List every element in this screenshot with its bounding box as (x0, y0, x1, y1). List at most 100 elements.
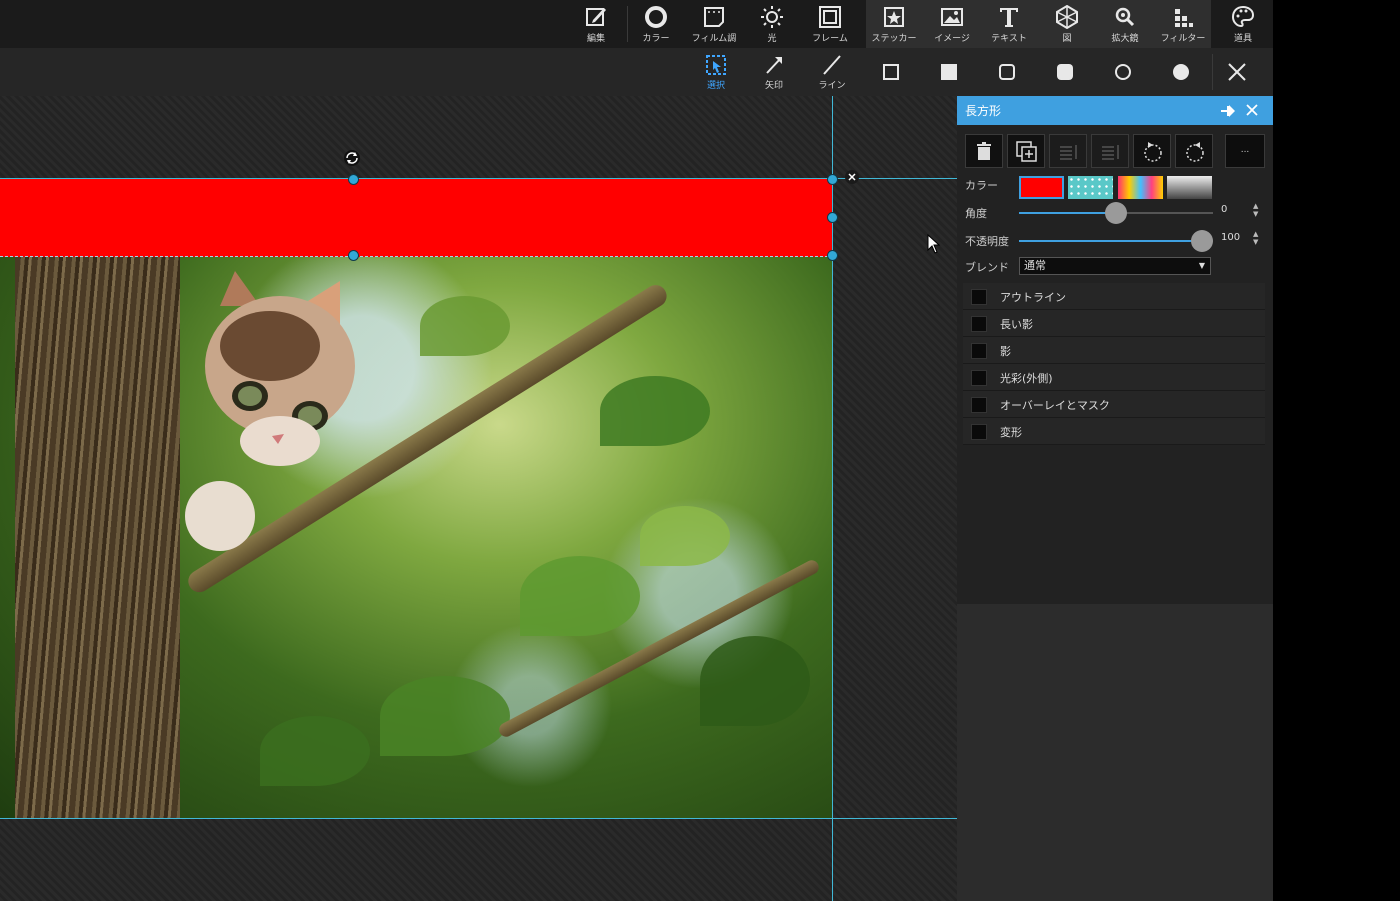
tool-select-label: 選択 (706, 81, 725, 91)
tool-frame[interactable]: フレーム (801, 0, 859, 48)
send-backward-icon (1102, 145, 1119, 160)
line-icon (823, 55, 841, 75)
text-icon (1000, 8, 1018, 27)
subtoolbar-divider (1212, 54, 1213, 90)
pattern-swatch[interactable] (1068, 176, 1113, 199)
option-checkbox[interactable] (971, 397, 987, 413)
frame-icon (819, 6, 841, 28)
resize-handle-bottom-right[interactable] (827, 250, 838, 261)
kitten-photo (0, 256, 833, 818)
tool-image-label: イメージ (934, 34, 970, 44)
angle-slider-knob[interactable] (1105, 202, 1127, 224)
opacity-value[interactable]: 100 (1221, 232, 1240, 243)
tool-magnifier-label: 拡大鏡 (1111, 34, 1139, 44)
tool-image[interactable]: イメージ (923, 0, 981, 48)
tool-light-label: 光 (767, 34, 777, 44)
texture-swatch[interactable] (1167, 176, 1212, 199)
option-label: 長い影 (1000, 318, 1033, 331)
tools-icon (1231, 5, 1255, 28)
blend-label: ブレンド (965, 261, 1009, 274)
close-icon[interactable] (1245, 103, 1259, 117)
angle-slider-fill (1019, 212, 1114, 214)
leaf (520, 556, 640, 636)
resize-handle-bottom[interactable] (348, 250, 359, 261)
tool-text[interactable]: テキスト (980, 0, 1038, 48)
option-checkbox[interactable] (971, 343, 987, 359)
tool-color[interactable]: カラー (627, 0, 685, 48)
bring-forward-button[interactable] (1049, 134, 1087, 168)
tree-trunk (15, 256, 180, 818)
send-backward-button[interactable] (1091, 134, 1129, 168)
option-outline[interactable]: アウトライン (963, 283, 1265, 310)
rounded-rect-filled-icon[interactable] (1053, 60, 1077, 84)
ellipse-filled-icon[interactable] (1169, 60, 1193, 84)
gradient-swatch[interactable] (1118, 176, 1163, 199)
tool-select[interactable]: 選択 (687, 48, 745, 96)
angle-spinner[interactable]: ▲ ▼ (1253, 202, 1258, 218)
editing-canvas[interactable] (0, 96, 957, 901)
rounded-rect-outline-icon[interactable] (995, 60, 1019, 84)
tool-edit[interactable]: 編集 (567, 0, 625, 48)
red-rectangle-shape[interactable] (0, 178, 833, 257)
rotate-left-button[interactable] (1133, 134, 1171, 168)
option-checkbox[interactable] (971, 370, 987, 386)
option-checkbox[interactable] (971, 289, 987, 305)
opacity-slider-knob[interactable] (1191, 230, 1213, 252)
tool-filter[interactable]: フィルター (1154, 0, 1212, 48)
rotate-right-icon (1186, 142, 1204, 162)
resize-handle-top[interactable] (348, 174, 359, 185)
select-icon (706, 55, 726, 75)
tool-light[interactable]: 光 (743, 0, 801, 48)
tool-arrow[interactable]: 矢印 (745, 48, 803, 96)
leaf (420, 296, 510, 356)
tool-sticker[interactable]: ステッカー (865, 0, 923, 48)
light-icon (761, 6, 783, 28)
option-shadow[interactable]: 影 (963, 337, 1265, 364)
option-checkbox[interactable] (971, 316, 987, 332)
option-label: 変形 (1000, 426, 1022, 439)
magnifier-icon (1115, 7, 1135, 27)
delete-button[interactable] (965, 134, 1003, 168)
leaf (700, 636, 810, 726)
opacity-slider[interactable] (1019, 230, 1213, 252)
close-subtoolbar-icon[interactable] (1225, 60, 1249, 84)
option-outer-glow[interactable]: 光彩(外側) (963, 364, 1265, 391)
tool-film-label: フィルム調 (691, 34, 737, 44)
blend-mode-select[interactable]: 通常 ▼ (1019, 257, 1211, 275)
tool-magnifier[interactable]: 拡大鏡 (1096, 0, 1154, 48)
rectangle-outline-icon[interactable] (879, 60, 903, 84)
ellipse-outline-icon[interactable] (1111, 60, 1135, 84)
angle-value[interactable]: 0 (1221, 204, 1227, 215)
angle-slider[interactable] (1019, 202, 1213, 224)
leaf (260, 716, 370, 786)
edit-icon (586, 8, 606, 26)
tool-sticker-label: ステッカー (871, 34, 917, 44)
tool-line[interactable]: ライン (803, 48, 861, 96)
option-long-shadow[interactable]: 長い影 (963, 310, 1265, 337)
solid-color-swatch[interactable] (1019, 176, 1064, 199)
option-checkbox[interactable] (971, 424, 987, 440)
rotate-handle-icon[interactable] (343, 149, 361, 167)
rectangle-filled-icon[interactable] (937, 60, 961, 84)
film-icon (704, 7, 724, 27)
delete-shape-icon[interactable] (845, 170, 859, 184)
rotate-right-button[interactable] (1175, 134, 1213, 168)
filter-icon (1175, 9, 1193, 27)
leaf (600, 376, 710, 446)
tool-shape[interactable]: 図 (1038, 0, 1096, 48)
resize-handle-top-right[interactable] (827, 174, 838, 185)
shape-subtoolbar: 選択 矢印 ライン (0, 48, 1273, 97)
pin-icon[interactable] (1219, 102, 1237, 120)
tool-arrow-label: 矢印 (764, 81, 783, 91)
opacity-spinner[interactable]: ▲ ▼ (1253, 230, 1258, 246)
option-transform[interactable]: 変形 (963, 418, 1265, 445)
resize-handle-right[interactable] (827, 212, 838, 223)
tool-color-label: カラー (642, 34, 670, 44)
tool-film[interactable]: フィルム調 (685, 0, 743, 48)
tool-tools[interactable]: 道具 (1214, 0, 1272, 48)
sticker-icon (884, 7, 904, 27)
more-button[interactable]: ... (1225, 134, 1265, 168)
duplicate-button[interactable] (1007, 134, 1045, 168)
panel-empty-area (957, 604, 1273, 901)
option-overlay-mask[interactable]: オーバーレイとマスク (963, 391, 1265, 418)
